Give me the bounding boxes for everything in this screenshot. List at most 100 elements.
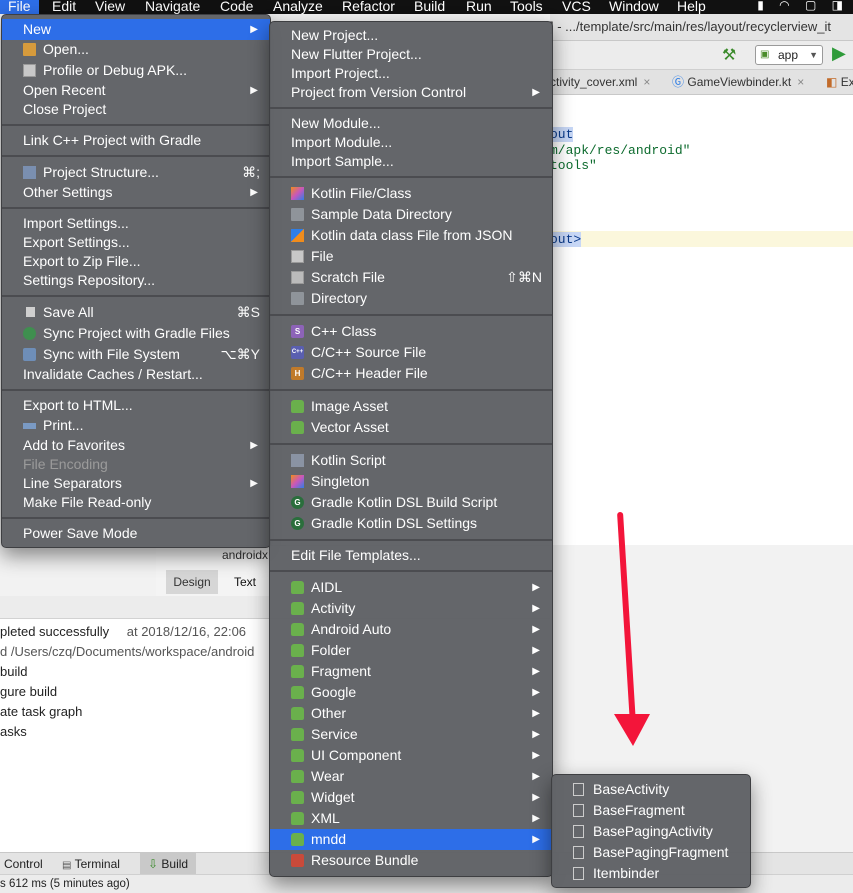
menu-item-wear[interactable]: Wear ▶ <box>270 766 552 787</box>
menu-item-base-fragment[interactable]: BaseFragment <box>552 800 750 821</box>
menu-view[interactable]: View <box>95 0 125 14</box>
menu-item-close-project[interactable]: Close Project <box>2 99 270 120</box>
menu-item-scratch-file[interactable]: Scratch File ⇧⌘N <box>270 267 552 288</box>
menu-item-image-asset[interactable]: Image Asset <box>270 396 552 417</box>
menu-navigate[interactable]: Navigate <box>145 0 200 14</box>
build-output-line[interactable]: ate task graph <box>0 704 82 719</box>
menu-build[interactable]: Build <box>414 0 445 14</box>
menu-item-sample-data-dir[interactable]: Sample Data Directory <box>270 204 552 225</box>
menu-item-widget[interactable]: Widget ▶ <box>270 787 552 808</box>
menu-item-new-module[interactable]: New Module... <box>270 113 552 134</box>
menu-item-kotlin-file[interactable]: Kotlin File/Class <box>270 183 552 204</box>
build-hammer-icon[interactable]: ⚒ <box>722 45 736 65</box>
menu-item-new-project[interactable]: New Project... <box>270 25 552 46</box>
menu-analyze[interactable]: Analyze <box>273 0 323 14</box>
menu-code[interactable]: Code <box>220 0 253 14</box>
menu-item-resource-bundle[interactable]: Resource Bundle <box>270 850 552 871</box>
tab-text[interactable]: Text <box>222 570 268 594</box>
menu-file[interactable]: File <box>0 0 39 14</box>
build-output-line[interactable]: pleted successfully at 2018/12/16, 22:06 <box>0 624 246 639</box>
tab-activity-cover[interactable]: ctivity_cover.xml × <box>550 70 650 94</box>
menu-item-file[interactable]: File <box>270 246 552 267</box>
menu-item-make-readonly[interactable]: Make File Read-only <box>2 492 270 513</box>
menu-item-mndd[interactable]: mndd ▶ <box>270 829 552 850</box>
menu-item-gradle-build-script[interactable]: G Gradle Kotlin DSL Build Script <box>270 492 552 513</box>
run-config-select[interactable]: ▣ app ▼ <box>755 45 823 65</box>
menu-item-activity[interactable]: Activity ▶ <box>270 598 552 619</box>
menu-item-profile-apk[interactable]: Profile or Debug APK... <box>2 60 270 81</box>
menu-item-export-settings[interactable]: Export Settings... <box>2 232 270 253</box>
menu-item-itembinder[interactable]: Itembinder <box>552 863 750 884</box>
menu-item-fragment[interactable]: Fragment ▶ <box>270 661 552 682</box>
menu-item-google[interactable]: Google ▶ <box>270 682 552 703</box>
menu-item-open[interactable]: Open... <box>2 39 270 60</box>
menu-item-aidl[interactable]: AIDL ▶ <box>270 577 552 598</box>
tab-version-control[interactable]: Control <box>4 853 43 875</box>
menu-item-import-project[interactable]: Import Project... <box>270 63 552 84</box>
menu-item-power-save[interactable]: Power Save Mode <box>2 523 270 544</box>
menu-item-folder[interactable]: Folder ▶ <box>270 640 552 661</box>
menu-item-new-flutter-project[interactable]: New Flutter Project... <box>270 44 552 65</box>
menu-item-base-paging-fragment[interactable]: BasePagingFragment <box>552 842 750 863</box>
menu-item-edit-templates[interactable]: Edit File Templates... <box>270 545 552 566</box>
menu-item-service[interactable]: Service ▶ <box>270 724 552 745</box>
menu-window[interactable]: Window <box>609 0 659 14</box>
menu-item-cpp-source[interactable]: C++ C/C++ Source File <box>270 342 552 363</box>
menu-edit[interactable]: Edit <box>52 0 76 14</box>
menu-item-settings-repository[interactable]: Settings Repository... <box>2 270 270 291</box>
build-output-line[interactable]: build <box>0 664 27 679</box>
menu-item-project-structure[interactable]: Project Structure... ⌘; <box>2 162 270 183</box>
menu-item-import-module[interactable]: Import Module... <box>270 132 552 153</box>
menu-item-other-settings[interactable]: Other Settings ▶ <box>2 182 270 203</box>
menu-item-sync-fs[interactable]: Sync with File System ⌥⌘Y <box>2 344 270 365</box>
menu-item-open-recent[interactable]: Open Recent ▶ <box>2 80 270 101</box>
menu-item-add-favorites[interactable]: Add to Favorites ▶ <box>2 435 270 456</box>
sync-gradle-icon <box>23 327 36 340</box>
close-icon[interactable]: × <box>643 75 650 89</box>
menu-item-new[interactable]: New ▶ <box>2 19 270 40</box>
menu-item-singleton[interactable]: Singleton <box>270 471 552 492</box>
menu-item-xml[interactable]: XML ▶ <box>270 808 552 829</box>
menu-item-print[interactable]: Print... <box>2 415 270 436</box>
menu-item-vector-asset[interactable]: Vector Asset <box>270 417 552 438</box>
tab-terminal[interactable]: ▤ Terminal <box>62 853 120 875</box>
menu-item-project-from-vcs[interactable]: Project from Version Control ▶ <box>270 82 552 103</box>
menu-item-kotlin-script[interactable]: Kotlin Script <box>270 450 552 471</box>
menu-help[interactable]: Help <box>677 0 706 14</box>
menu-item-kotlin-json[interactable]: Kotlin data class File from JSON <box>270 225 552 246</box>
run-icon[interactable]: ▶ <box>832 43 846 64</box>
menu-item-directory[interactable]: Directory <box>270 288 552 309</box>
tab-build[interactable]: ⇩ Build <box>140 853 197 875</box>
build-output-line[interactable]: asks <box>0 724 27 739</box>
tab-ex[interactable]: ◧ Ex <box>826 70 853 94</box>
menu-item-ui-component[interactable]: UI Component ▶ <box>270 745 552 766</box>
menu-vcs[interactable]: VCS <box>562 0 591 14</box>
menu-item-other[interactable]: Other ▶ <box>270 703 552 724</box>
tab-gameviewbinder[interactable]: Ⓖ GameViewbinder.kt × <box>672 70 804 94</box>
menu-item-export-zip[interactable]: Export to Zip File... <box>2 251 270 272</box>
menu-item-cpp-header[interactable]: H C/C++ Header File <box>270 363 552 384</box>
chevron-right-icon: ▶ <box>532 708 540 719</box>
menu-item-line-separators[interactable]: Line Separators ▶ <box>2 473 270 494</box>
menu-item-cpp-class[interactable]: S C++ Class <box>270 321 552 342</box>
menu-item-base-activity[interactable]: BaseActivity <box>552 779 750 800</box>
menu-run[interactable]: Run <box>466 0 492 14</box>
menu-tools[interactable]: Tools <box>510 0 543 14</box>
close-icon[interactable]: × <box>797 75 804 89</box>
menu-refactor[interactable]: Refactor <box>342 0 395 14</box>
menu-item-invalidate-caches[interactable]: Invalidate Caches / Restart... <box>2 364 270 385</box>
menu-item-gradle-settings[interactable]: G Gradle Kotlin DSL Settings <box>270 513 552 534</box>
code-editor[interactable]: out m/apk/res/android" tools" out> <box>550 95 853 545</box>
menu-item-save-all[interactable]: Save All ⌘S <box>2 302 270 323</box>
menu-item-import-settings[interactable]: Import Settings... <box>2 213 270 234</box>
menu-item-import-sample[interactable]: Import Sample... <box>270 151 552 172</box>
chevron-right-icon: ▶ <box>250 85 258 96</box>
build-output-line[interactable]: gure build <box>0 684 57 699</box>
menu-item-sync-gradle[interactable]: Sync Project with Gradle Files <box>2 323 270 344</box>
tab-design[interactable]: Design <box>166 570 218 594</box>
menu-item-base-paging-activity[interactable]: BasePagingActivity <box>552 821 750 842</box>
menu-item-export-html[interactable]: Export to HTML... <box>2 395 270 416</box>
menu-item-link-cpp[interactable]: Link C++ Project with Gradle <box>2 130 270 151</box>
build-output-line[interactable]: d /Users/czq/Documents/workspace/android <box>0 644 254 659</box>
menu-item-android-auto[interactable]: Android Auto ▶ <box>270 619 552 640</box>
